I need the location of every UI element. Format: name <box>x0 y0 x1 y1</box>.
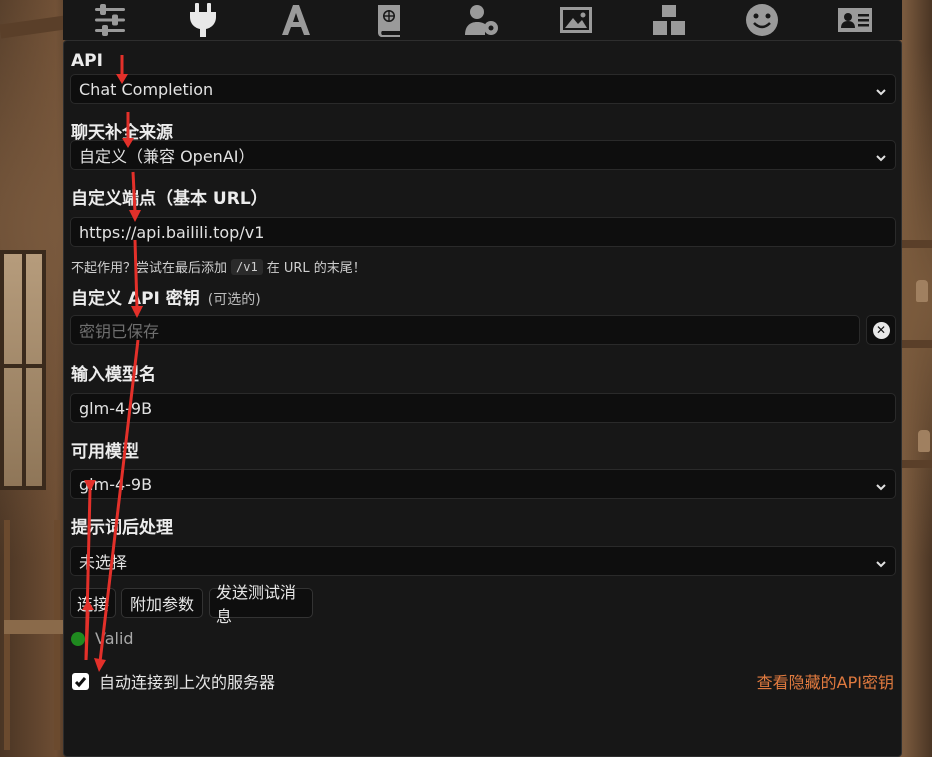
hint-text-after: 在 URL 的末尾！ <box>266 261 366 276</box>
api-select[interactable]: Chat Completion <box>70 74 896 104</box>
smile-icon[interactable] <box>742 2 782 38</box>
clear-key-button[interactable]: ✕ <box>866 315 896 345</box>
endpoint-value: https://api.bailili.top/v1 <box>79 222 265 242</box>
id-card-icon[interactable] <box>835 2 875 38</box>
endpoint-input[interactable]: https://api.bailili.top/v1 <box>70 217 896 247</box>
available-models-select[interactable]: glm-4-9B <box>70 469 896 499</box>
check-icon <box>74 676 87 687</box>
api-connections-panel: API Chat Completion 聊天补全来源 自定义（兼容 OpenAI… <box>63 40 902 757</box>
post-processing-select[interactable]: 未选择 <box>70 546 896 576</box>
model-name-value: glm-4-9B <box>79 398 153 418</box>
model-input-label: 输入模型名 <box>71 365 156 385</box>
extra-params-button[interactable]: 附加参数 <box>121 588 203 618</box>
plug-icon[interactable] <box>183 2 223 38</box>
book-icon[interactable] <box>369 2 409 38</box>
connect-button[interactable]: 连接 <box>70 588 116 618</box>
hint-code: /v1 <box>231 258 263 275</box>
chat-source-select[interactable]: 自定义（兼容 OpenAI） <box>70 140 896 170</box>
post-processing-label: 提示词后处理 <box>71 518 173 538</box>
reveal-api-keys-link[interactable]: 查看隐藏的API密钥 <box>757 669 894 693</box>
api-select-value: Chat Completion <box>79 79 214 99</box>
image-icon[interactable] <box>556 2 596 38</box>
available-models-label: 可用模型 <box>71 442 139 462</box>
auto-connect-row: 自动连接到上次的服务器 <box>72 669 275 693</box>
auto-connect-checkbox[interactable] <box>72 672 89 690</box>
endpoint-label: 自定义端点（基本 URL） <box>71 189 268 209</box>
api-key-placeholder: 密钥已保存 <box>79 322 160 341</box>
api-key-label-text: 自定义 API 密钥 <box>71 289 200 309</box>
auto-connect-label: 自动连接到上次的服务器 <box>99 673 276 692</box>
api-key-optional: (可选的) <box>207 292 261 308</box>
api-label: API <box>71 51 103 71</box>
background-scenery-right <box>900 0 932 757</box>
api-key-input[interactable]: 密钥已保存 <box>70 315 860 345</box>
top-nav-bar <box>63 0 902 40</box>
chat-source-value: 自定义（兼容 OpenAI） <box>79 147 255 166</box>
connection-status: Valid <box>71 629 134 648</box>
close-icon: ✕ <box>872 321 890 339</box>
available-models-value: glm-4-9B <box>79 474 153 494</box>
chevron-down-icon <box>875 149 887 162</box>
user-gear-icon[interactable] <box>462 2 502 38</box>
hint-text-before: 不起作用？尝试在最后添加 <box>71 261 228 276</box>
chevron-down-icon <box>875 555 887 568</box>
api-key-label: 自定义 API 密钥 (可选的) <box>71 284 261 309</box>
font-icon[interactable] <box>276 2 316 38</box>
chevron-down-icon <box>875 478 887 491</box>
status-text: Valid <box>95 629 134 648</box>
cubes-icon[interactable] <box>649 2 689 38</box>
send-test-button[interactable]: 发送测试消息 <box>209 583 313 626</box>
endpoint-hint: 不起作用？尝试在最后添加 /v1 在 URL 的末尾！ <box>71 257 366 276</box>
background-scenery-left <box>0 0 66 757</box>
chevron-down-icon <box>875 83 887 96</box>
post-processing-value: 未选择 <box>79 553 128 572</box>
sliders-icon[interactable] <box>90 2 130 38</box>
status-dot <box>71 631 85 646</box>
model-name-input[interactable]: glm-4-9B <box>70 393 896 423</box>
